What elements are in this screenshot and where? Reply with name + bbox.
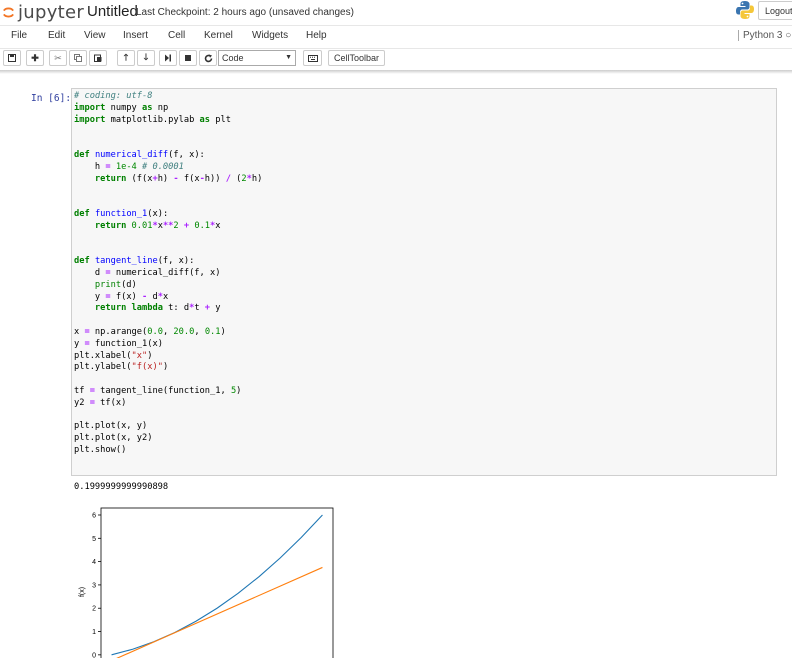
cell-type-select[interactable]: Code ▼ bbox=[218, 50, 296, 66]
menubar: File Edit View Insert Cell Kernel Widget… bbox=[0, 25, 792, 49]
restart-icon bbox=[204, 54, 212, 62]
command-palette-button[interactable] bbox=[303, 50, 322, 66]
jupyter-logo[interactable]: jupyter bbox=[2, 1, 85, 23]
y-tick-label-6: 6 bbox=[92, 512, 96, 519]
kernel-indicator: Python 3 ○ bbox=[738, 30, 791, 41]
plot-frame bbox=[100, 507, 334, 658]
arrow-down-icon: 🡓 bbox=[143, 52, 149, 62]
save-icon bbox=[8, 54, 16, 62]
menu-edit[interactable]: Edit bbox=[48, 30, 65, 41]
output-text: 0.1999999999990898 bbox=[74, 482, 169, 492]
y-tick-label-2: 2 bbox=[92, 606, 96, 613]
kernel-idle-icon: ○ bbox=[785, 30, 792, 41]
save-button[interactable] bbox=[3, 50, 21, 66]
chevron-down-icon: ▼ bbox=[285, 54, 292, 61]
notebook-title[interactable]: Untitled bbox=[87, 3, 138, 20]
arrow-up-icon: 🡑 bbox=[123, 52, 129, 62]
keyboard-icon bbox=[307, 54, 318, 62]
menu-kernel[interactable]: Kernel bbox=[204, 30, 233, 41]
menu-view[interactable]: View bbox=[84, 30, 106, 41]
cut-button[interactable]: ✂ bbox=[49, 50, 67, 66]
scissors-icon: ✂ bbox=[54, 52, 62, 63]
checkpoint-status: Last Checkpoint: 2 hours ago (unsaved ch… bbox=[136, 7, 354, 18]
y-tick-label-0: 0 bbox=[92, 652, 96, 658]
paste-icon bbox=[94, 54, 102, 62]
step-forward-icon bbox=[165, 54, 171, 62]
logo-text: jupyter bbox=[18, 1, 85, 23]
move-down-button[interactable]: 🡓 bbox=[137, 50, 155, 66]
y-tick-label-4: 4 bbox=[92, 559, 96, 566]
python-logo-icon bbox=[736, 1, 754, 19]
input-prompt: In [6]: bbox=[31, 93, 72, 104]
jupyter-ring-icon bbox=[3, 7, 14, 17]
y-axis-ticks: 0 1 2 3 4 5 6 bbox=[92, 512, 101, 658]
y-axis-label: f(x) bbox=[79, 587, 86, 597]
plot-output: 0 1 2 3 4 5 6 f(x) bbox=[79, 507, 334, 658]
toolbar: ✚ ✂ 🡑 🡓 Code ▼ CellToolbar bbox=[0, 48, 792, 71]
code-editor[interactable]: # coding: utf-8 import numpy as np impor… bbox=[74, 91, 262, 457]
copy-button[interactable] bbox=[69, 50, 87, 66]
header: jupyter Untitled Last Checkpoint: 2 hour… bbox=[0, 0, 792, 24]
y-tick-label-1: 1 bbox=[92, 629, 96, 636]
logout-button[interactable]: Logout bbox=[758, 1, 792, 20]
menu-widgets[interactable]: Widgets bbox=[252, 30, 288, 41]
run-button[interactable] bbox=[159, 50, 177, 66]
stop-icon bbox=[185, 55, 191, 61]
paste-button[interactable] bbox=[89, 50, 107, 66]
menu-help[interactable]: Help bbox=[306, 30, 327, 41]
restart-button[interactable] bbox=[199, 50, 217, 66]
move-up-button[interactable]: 🡑 bbox=[117, 50, 135, 66]
header-shadow bbox=[0, 70, 792, 74]
menu-file[interactable]: File bbox=[11, 30, 27, 41]
interrupt-button[interactable] bbox=[179, 50, 197, 66]
y-tick-label-5: 5 bbox=[92, 536, 96, 543]
menu-insert[interactable]: Insert bbox=[123, 30, 148, 41]
menu-cell[interactable]: Cell bbox=[168, 30, 185, 41]
cell-type-value: Code bbox=[222, 53, 244, 63]
kernel-name: Python 3 bbox=[743, 30, 783, 41]
y-tick-label-3: 3 bbox=[92, 582, 96, 589]
celltoolbar-button[interactable]: CellToolbar bbox=[328, 50, 385, 66]
plus-icon: ✚ bbox=[31, 52, 39, 63]
copy-icon bbox=[74, 54, 82, 62]
insert-cell-button[interactable]: ✚ bbox=[26, 50, 44, 66]
